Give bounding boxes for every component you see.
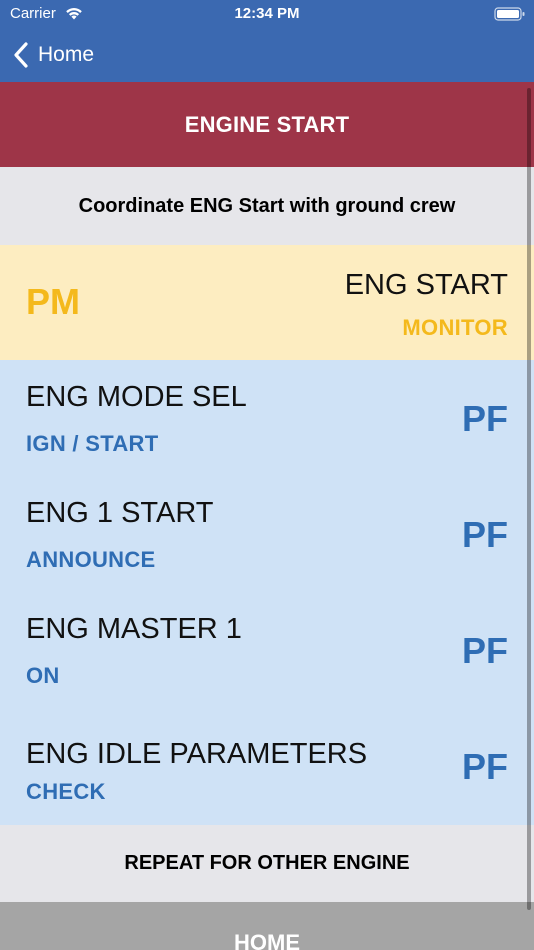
checklist-row-eng-idle-parameters[interactable]: ENG IDLE PARAMETERS CHECK PF [0,708,534,824]
home-button-label: HOME [234,930,300,950]
home-button[interactable]: HOME [0,902,534,950]
role-label: PF [461,746,508,787]
navigation-bar: Home [0,28,534,82]
checklist-action-label: CHECK [26,779,106,804]
checklist-item-label: ENG IDLE PARAMETERS [26,738,368,770]
checklist-action-label: MONITOR [402,315,508,340]
checklist-item-label: ENG MASTER 1 [26,613,242,645]
checklist-row-eng-mode-sel[interactable]: ENG MODE SEL IGN / START PF [0,360,534,476]
back-button[interactable]: Home [12,38,94,72]
checklist-list-pf: ENG MODE SEL IGN / START PF ENG 1 START … [0,360,534,825]
checklist-row-eng-1-start[interactable]: ENG 1 START ANNOUNCE PF [0,476,534,592]
checklist-item-label: ENG START [344,269,508,301]
battery-icon [494,7,525,21]
checklist-action-label: ANNOUNCE [26,547,156,572]
checklist-item-label: ENG MODE SEL [26,381,247,413]
chevron-left-icon [14,42,28,68]
clock-label: 12:34 PM [234,5,300,22]
role-label: PM [26,281,80,322]
checklist-item-label: ENG 1 START [26,497,214,529]
instruction-banner: Coordinate ENG Start with ground crew [0,167,534,245]
checklist-row-pm[interactable]: PM ENG START MONITOR [0,245,534,360]
status-bar: Carrier 12:34 PM [0,0,534,28]
page-title: ENGINE START [0,82,534,167]
role-label: PF [461,398,508,439]
checklist-action-label: ON [26,663,60,688]
checklist-row-eng-master-1[interactable]: ENG MASTER 1 ON PF [0,592,534,708]
role-label: PF [461,630,508,671]
checklist-action-label: IGN / START [26,431,159,456]
scroll-indicator[interactable] [527,88,531,910]
back-button-label: Home [38,43,95,66]
role-label: PF [461,514,508,555]
repeat-instruction: REPEAT FOR OTHER ENGINE [0,825,534,902]
